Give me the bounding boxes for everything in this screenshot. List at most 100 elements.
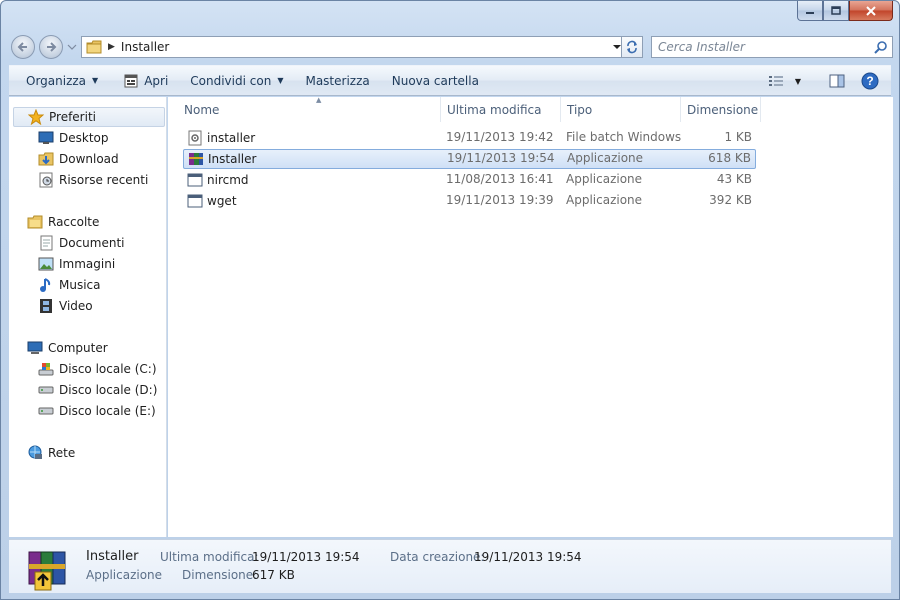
nav-item-documents[interactable]: Documenti <box>38 233 125 253</box>
help-button[interactable]: ? <box>857 70 883 92</box>
system-drive-icon <box>38 361 54 377</box>
file-list: Nome ▲ Ultima modifica Tipo Dimensione i… <box>168 96 893 537</box>
nav-item-recent-places[interactable]: Risorse recenti <box>38 170 148 190</box>
column-header-modified[interactable]: Ultima modifica <box>441 97 561 122</box>
nav-libraries-label: Raccolte <box>48 215 100 229</box>
column-header-size-label: Dimensione <box>687 102 759 117</box>
file-row-selected[interactable]: Installer 19/11/2013 19:54 Applicazione … <box>183 149 756 169</box>
nav-libraries[interactable]: Raccolte <box>27 212 99 232</box>
new-folder-label: Nuova cartella <box>391 73 479 88</box>
column-header-type[interactable]: Tipo <box>561 97 681 122</box>
new-folder-button[interactable]: Nuova cartella <box>383 69 488 93</box>
details-created-value: 19/11/2013 19:54 <box>474 550 582 564</box>
command-bar: Organizza ▼ Apri Condividi con ▼ Masteri… <box>9 65 891 96</box>
nav-item-label: Download <box>59 152 119 166</box>
nav-item-pictures[interactable]: Immagini <box>38 254 115 274</box>
nav-item-label: Risorse recenti <box>59 173 149 187</box>
organize-button[interactable]: Organizza ▼ <box>17 69 107 93</box>
file-row[interactable]: installer 19/11/2013 19:42 File batch Wi… <box>183 128 756 148</box>
nav-item-video[interactable]: Video <box>38 296 93 316</box>
libraries-icon <box>27 214 43 230</box>
nav-computer[interactable]: Computer <box>27 338 108 358</box>
file-size: 392 KB <box>709 193 752 207</box>
maximize-icon <box>831 6 841 15</box>
address-row: ▶ Installer Cerca Installer <box>9 33 893 61</box>
column-header-modified-label: Ultima modifica <box>447 102 542 117</box>
view-controls: ▼ ? <box>765 70 883 92</box>
refresh-icon <box>627 40 637 54</box>
file-row[interactable]: wget 19/11/2013 19:39 Applicazione 392 K… <box>183 191 756 211</box>
nav-computer-label: Computer <box>48 341 108 355</box>
file-name: nircmd <box>187 172 249 188</box>
file-name: wget <box>187 193 237 209</box>
nav-item-label: Disco locale (D:) <box>59 383 158 397</box>
breadcrumb-current[interactable]: Installer <box>121 40 169 54</box>
application-icon <box>187 193 203 209</box>
nav-item-label: Immagini <box>59 257 116 271</box>
column-header-name[interactable]: Nome ▲ <box>178 96 441 122</box>
file-modified: 11/08/2013 16:41 <box>446 172 554 186</box>
open-label: Apri <box>144 73 169 88</box>
navigation-pane: Preferiti Desktop Download Risorse recen… <box>9 97 167 537</box>
file-type: Applicazione <box>567 151 644 165</box>
share-with-button[interactable]: Condividi con ▼ <box>181 69 292 93</box>
search-box[interactable]: Cerca Installer <box>651 36 893 58</box>
file-size: 618 KB <box>708 151 751 165</box>
nav-item-label: Disco locale (E:) <box>59 404 156 418</box>
recent-pages-chevron-icon[interactable] <box>67 42 77 52</box>
breadcrumb-separator-icon[interactable]: ▶ <box>108 42 115 52</box>
drive-icon <box>38 403 54 419</box>
details-size-label: Dimensione: <box>182 568 258 582</box>
file-name: installer <box>187 130 255 146</box>
search-icon[interactable] <box>874 40 888 54</box>
file-row[interactable]: nircmd 11/08/2013 16:41 Applicazione 43 … <box>183 170 756 190</box>
column-header-size[interactable]: Dimensione <box>681 97 761 122</box>
file-name-label: Installer <box>208 152 257 166</box>
nav-item-label: Video <box>59 299 93 313</box>
burn-label: Masterizza <box>305 73 370 88</box>
winrar-archive-icon <box>188 151 204 167</box>
sort-ascending-icon: ▲ <box>316 96 322 104</box>
drive-icon <box>38 382 54 398</box>
open-button[interactable]: Apri <box>115 69 177 93</box>
star-icon <box>28 109 44 125</box>
burn-button[interactable]: Masterizza <box>296 69 378 93</box>
nav-network[interactable]: Rete <box>27 443 75 463</box>
maximize-button[interactable] <box>823 1 849 21</box>
file-name: Installer <box>188 151 256 167</box>
nav-item-drive-c[interactable]: Disco locale (C:) <box>38 359 157 379</box>
recent-places-icon <box>38 172 54 188</box>
documents-icon <box>38 235 54 251</box>
column-header-name-label: Nome <box>184 102 220 117</box>
winrar-archive-icon <box>28 551 66 591</box>
nav-item-drive-e[interactable]: Disco locale (E:) <box>38 401 156 421</box>
refresh-button[interactable] <box>621 36 643 58</box>
forward-button[interactable] <box>39 35 63 59</box>
file-modified: 19/11/2013 19:54 <box>447 151 555 165</box>
change-view-button[interactable]: ▼ <box>765 70 805 92</box>
file-modified: 19/11/2013 19:42 <box>446 130 554 144</box>
nav-favorites[interactable]: Preferiti <box>13 107 165 127</box>
search-placeholder[interactable]: Cerca Installer <box>658 40 874 54</box>
computer-icon <box>27 340 43 356</box>
close-button[interactable] <box>849 1 893 21</box>
minimize-button[interactable] <box>797 1 823 21</box>
batch-file-icon <box>187 130 203 146</box>
nav-item-download[interactable]: Download <box>38 149 119 169</box>
chevron-down-icon[interactable]: ▼ <box>795 77 801 86</box>
file-size: 43 KB <box>716 172 752 186</box>
pictures-icon <box>38 256 54 272</box>
details-pane: Installer Applicazione Ultima modifica: … <box>9 539 891 593</box>
chevron-down-icon: ▼ <box>277 76 284 85</box>
address-bar[interactable]: ▶ Installer <box>81 36 627 58</box>
nav-item-music[interactable]: Musica <box>38 275 101 295</box>
download-folder-icon <box>38 151 54 167</box>
file-modified: 19/11/2013 19:39 <box>446 193 554 207</box>
nav-item-drive-d[interactable]: Disco locale (D:) <box>38 380 157 400</box>
back-button[interactable] <box>11 35 35 59</box>
nav-item-label: Musica <box>59 278 101 292</box>
file-size: 1 KB <box>724 130 752 144</box>
desktop-icon <box>38 130 54 146</box>
preview-pane-button[interactable] <box>825 70 849 92</box>
nav-item-desktop[interactable]: Desktop <box>38 128 109 148</box>
